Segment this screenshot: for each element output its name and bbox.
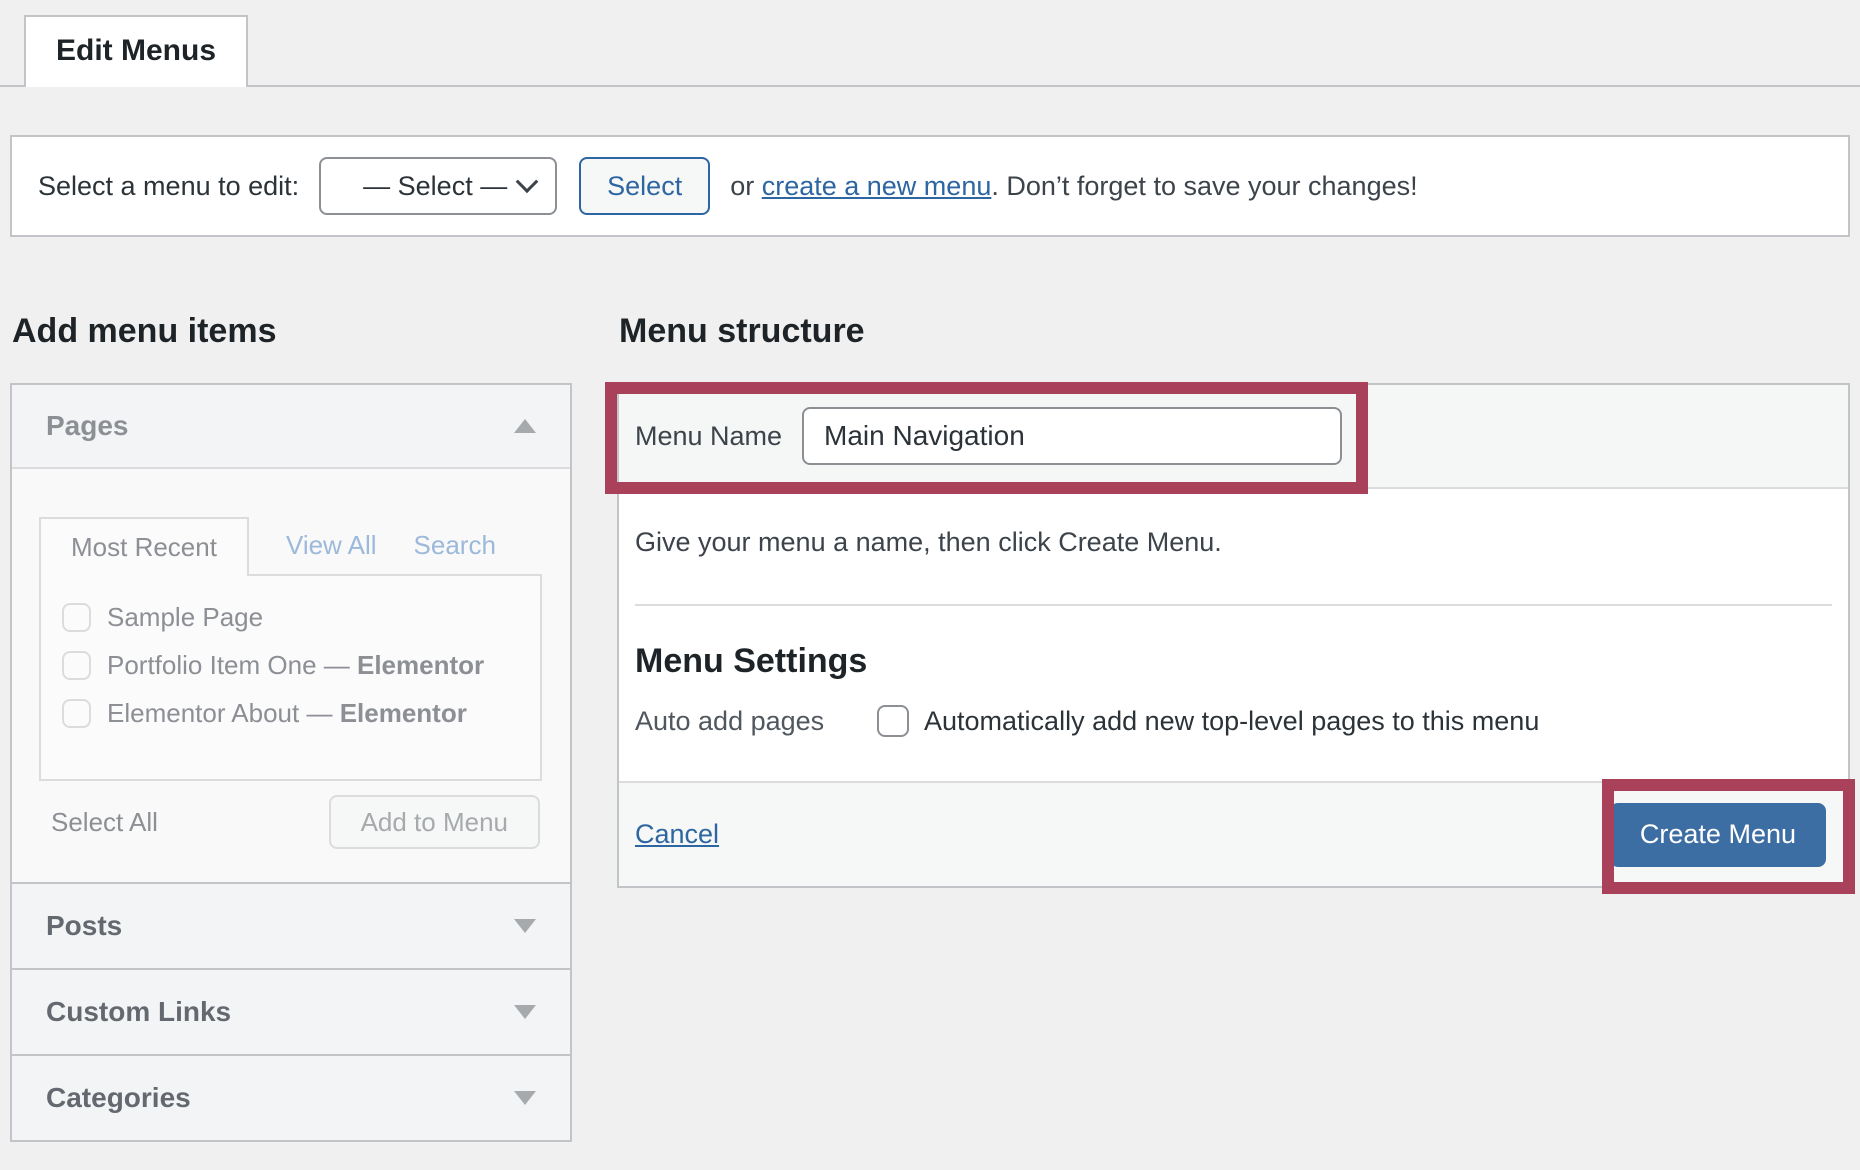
select-button[interactable]: Select (579, 157, 710, 215)
list-item-label: Portfolio Item One — Elementor (107, 650, 484, 681)
auto-add-pages-text: Automatically add new top-level pages to… (924, 706, 1539, 737)
pages-checklist: Sample Page Portfolio Item One — Element… (39, 574, 542, 781)
menu-structure-heading: Menu structure (619, 313, 1850, 349)
auto-add-pages-checkbox[interactable] (877, 705, 909, 737)
chevron-down-icon (514, 919, 536, 933)
checkbox-portfolio-item-one[interactable] (62, 651, 91, 680)
list-item: Portfolio Item One — Elementor (62, 650, 540, 681)
tab-bar: Edit Menus (0, 0, 1860, 87)
menu-items-accordion: Pages Most Recent View All Search Sample… (10, 383, 572, 1142)
menu-structure-body: Give your menu a name, then click Create… (619, 489, 1848, 781)
accordion-section-pages[interactable]: Pages (12, 385, 570, 469)
menu-settings-heading: Menu Settings (635, 643, 1832, 679)
tab-view-all[interactable]: View All (286, 530, 377, 561)
add-menu-items-column: Add menu items Pages Most Recent View Al… (10, 237, 572, 1142)
categories-section-title: Categories (46, 1082, 191, 1114)
create-new-menu-link[interactable]: create a new menu (762, 171, 992, 201)
checkbox-elementor-about[interactable] (62, 699, 91, 728)
menu-helper-text: Give your menu a name, then click Create… (635, 527, 1832, 557)
chevron-down-icon (516, 170, 539, 193)
pages-section-body: Most Recent View All Search Sample Page … (12, 469, 570, 882)
accordion-section-categories[interactable]: Categories (12, 1054, 570, 1140)
save-changes-text: . Don’t forget to save your changes! (991, 171, 1417, 201)
pages-tabs: Most Recent View All Search (39, 517, 542, 574)
checkbox-sample-page[interactable] (62, 603, 91, 632)
list-item-label: Sample Page (107, 602, 263, 633)
add-menu-items-heading: Add menu items (12, 313, 572, 349)
menu-name-row: Menu Name (619, 385, 1848, 489)
tab-search[interactable]: Search (414, 530, 496, 561)
menu-structure-column: Menu structure Menu Name Give your menu … (617, 237, 1850, 888)
accordion-section-custom-links[interactable]: Custom Links (12, 968, 570, 1054)
posts-section-title: Posts (46, 910, 122, 942)
auto-add-pages-label: Auto add pages (635, 706, 877, 737)
content-columns: Add menu items Pages Most Recent View Al… (10, 237, 1850, 1142)
publishing-actions-row: Cancel Create Menu (619, 781, 1848, 886)
chevron-down-icon (514, 1005, 536, 1019)
tab-edit-menus[interactable]: Edit Menus (24, 15, 248, 87)
menu-dropdown[interactable]: — Select — (319, 157, 557, 215)
create-menu-button[interactable]: Create Menu (1610, 803, 1826, 867)
cancel-link[interactable]: Cancel (635, 819, 719, 850)
select-all-link[interactable]: Select All (51, 807, 158, 838)
menu-dropdown-value: — Select — (363, 171, 507, 202)
pages-section-title: Pages (46, 410, 129, 442)
auto-add-pages-row: Auto add pages Automatically add new top… (635, 705, 1832, 737)
menu-name-input[interactable] (802, 407, 1342, 465)
chevron-down-icon (514, 1091, 536, 1105)
select-menu-label: Select a menu to edit: (38, 171, 299, 202)
pages-actions-row: Select All Add to Menu (39, 781, 542, 849)
chevron-up-icon (514, 419, 536, 433)
or-text: or (730, 171, 762, 201)
add-to-menu-button[interactable]: Add to Menu (329, 795, 540, 849)
tab-most-recent[interactable]: Most Recent (39, 517, 249, 576)
menu-select-bar: Select a menu to edit: — Select — Select… (10, 135, 1850, 237)
menu-structure-panel: Menu Name Give your menu a name, then cl… (617, 383, 1850, 888)
section-divider (635, 604, 1832, 606)
list-item: Elementor About — Elementor (62, 698, 540, 729)
accordion-section-posts[interactable]: Posts (12, 882, 570, 968)
list-item: Sample Page (62, 602, 540, 633)
menu-name-label: Menu Name (635, 421, 802, 452)
custom-links-section-title: Custom Links (46, 996, 231, 1028)
list-item-label: Elementor About — Elementor (107, 698, 467, 729)
create-menu-hint: or create a new menu. Don’t forget to sa… (730, 171, 1417, 202)
